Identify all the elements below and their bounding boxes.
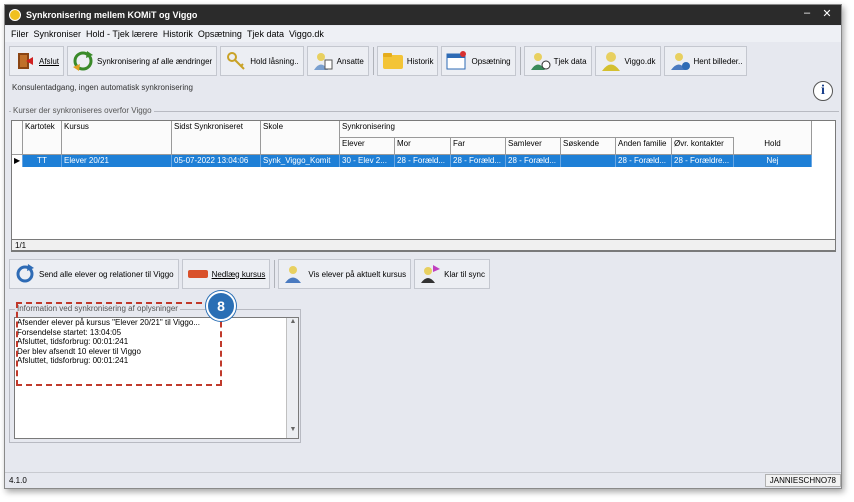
header-kursus[interactable]: Kursus bbox=[62, 121, 172, 155]
highlight-callout bbox=[16, 302, 222, 386]
viggo-dk-label: Viggo.dk bbox=[624, 56, 656, 66]
exit-door-icon bbox=[14, 50, 36, 72]
toolbar-separator bbox=[372, 47, 374, 75]
opsaetning-button[interactable]: Opsætning bbox=[441, 46, 516, 76]
hold-laasning-button[interactable]: Hold låsning.. bbox=[220, 46, 304, 76]
courses-group-label: Kurser der synkroniseres overfor Viggo bbox=[11, 106, 154, 115]
toolbar-separator bbox=[519, 47, 521, 75]
version-text: 4.1.0 bbox=[9, 476, 27, 485]
settings-window-icon bbox=[446, 50, 468, 72]
title-bar: Synkronisering mellem KOMiT og Viggo – ✕ bbox=[5, 5, 841, 25]
sync-icon bbox=[72, 50, 94, 72]
header-ovr-kontakter[interactable]: Øvr. kontakter bbox=[672, 138, 734, 155]
header-far[interactable]: Far bbox=[451, 138, 506, 155]
header-mor[interactable]: Mor bbox=[395, 138, 451, 155]
klar-til-sync-button[interactable]: Klar til sync bbox=[414, 259, 491, 289]
action-separator bbox=[274, 260, 276, 288]
afslut-button[interactable]: Afslut bbox=[9, 46, 65, 76]
window-title: Synkronisering mellem KOMiT og Viggo bbox=[26, 10, 198, 20]
header-kartotek[interactable]: Kartotek bbox=[23, 121, 62, 155]
person-icon bbox=[283, 263, 305, 285]
menu-hold-tjek-laerere[interactable]: Hold - Tjek lærere bbox=[86, 29, 158, 39]
header-hold[interactable]: Hold bbox=[734, 121, 812, 155]
cell-far[interactable]: 28 - Foræld... bbox=[451, 155, 506, 167]
vis-elever-button[interactable]: Vis elever på aktuelt kursus bbox=[278, 259, 412, 289]
toolbar: Afslut Synkronisering af alle ændringer … bbox=[5, 43, 841, 79]
step-badge: 8 bbox=[206, 291, 236, 321]
person-icon bbox=[600, 50, 622, 72]
courses-grid[interactable]: Kartotek Kursus Sidst Synkroniseret Skol… bbox=[11, 120, 836, 252]
row-indicator-icon: ▶ bbox=[12, 155, 23, 167]
nedlaeg-kursus-label: Nedlæg kursus bbox=[211, 269, 266, 279]
main-window: Synkronisering mellem KOMiT og Viggo – ✕… bbox=[4, 4, 842, 489]
minimize-button[interactable]: – bbox=[799, 7, 815, 19]
user-text: JANNIESCHNO78 bbox=[764, 474, 841, 487]
menu-opsaetning[interactable]: Opsætning bbox=[198, 29, 242, 39]
send-alle-button[interactable]: Send alle elever og relationer til Viggo bbox=[9, 259, 179, 289]
cell-samlever[interactable]: 28 - Foræld... bbox=[506, 155, 561, 167]
tjek-data-button[interactable]: Tjek data bbox=[523, 46, 592, 76]
cell-elever[interactable]: 30 - Elev 2... bbox=[340, 155, 395, 167]
action-bar: Send alle elever og relationer til Viggo… bbox=[9, 258, 493, 290]
person-sync-icon bbox=[419, 263, 441, 285]
menu-synkroniser[interactable]: Synkroniser bbox=[34, 29, 82, 39]
cell-anden-familie[interactable]: 28 - Foræld... bbox=[616, 155, 672, 167]
hent-billeder-button[interactable]: Hent billeder.. bbox=[663, 46, 748, 76]
scroll-up-icon[interactable]: ▲ bbox=[287, 318, 299, 330]
scroll-down-icon[interactable]: ▼ bbox=[287, 426, 299, 438]
historik-label: Historik bbox=[406, 56, 434, 66]
klar-til-sync-label: Klar til sync bbox=[444, 269, 486, 279]
staff-icon bbox=[312, 50, 334, 72]
header-anden-familie[interactable]: Anden familie bbox=[616, 138, 672, 155]
synkronisering-button[interactable]: Synkronisering af alle ændringer bbox=[67, 46, 218, 76]
hent-billeder-label: Hent billeder.. bbox=[693, 56, 743, 66]
synkronisering-label: Synkronisering af alle ændringer bbox=[97, 56, 213, 66]
historik-button[interactable]: Historik bbox=[376, 46, 439, 76]
log-scrollbar[interactable]: ▲ ▼ bbox=[286, 318, 298, 438]
header-samlever[interactable]: Samlever bbox=[506, 138, 561, 155]
cell-kartotek[interactable]: TT bbox=[23, 155, 62, 167]
viggo-dk-button[interactable]: Viggo.dk bbox=[594, 46, 661, 76]
menu-historik[interactable]: Historik bbox=[163, 29, 193, 39]
ansatte-label: Ansatte bbox=[336, 56, 364, 66]
header-skole[interactable]: Skole bbox=[261, 121, 340, 155]
status-bar: 4.1.0 JANNIESCHNO78 bbox=[5, 472, 841, 488]
cell-sidst[interactable]: 05-07-2022 13:04:06 bbox=[172, 155, 261, 167]
cell-skole[interactable]: Synk_Viggo_Komit bbox=[261, 155, 340, 167]
opsaetning-label: Opsætning bbox=[471, 56, 511, 66]
app-icon bbox=[9, 9, 21, 21]
send-alle-label: Send alle elever og relationer til Viggo bbox=[39, 269, 174, 279]
header-elever[interactable]: Elever bbox=[340, 138, 395, 155]
person-check-icon bbox=[529, 50, 551, 72]
hold-laasning-label: Hold låsning.. bbox=[250, 56, 299, 66]
keys-icon bbox=[225, 50, 247, 72]
grid-indicator-header bbox=[12, 121, 23, 155]
header-soeskende[interactable]: Søskende bbox=[561, 138, 616, 155]
vis-elever-label: Vis elever på aktuelt kursus bbox=[308, 269, 407, 279]
cell-ovr-kontakter[interactable]: 28 - Forældre... bbox=[672, 155, 734, 167]
person-download-icon bbox=[669, 50, 691, 72]
menu-bar: Filer Synkroniser Hold - Tjek lærere His… bbox=[5, 26, 841, 42]
delete-bar-icon bbox=[187, 263, 209, 285]
cell-mor[interactable]: 28 - Foræld... bbox=[395, 155, 451, 167]
info-icon[interactable]: i bbox=[813, 81, 833, 101]
cell-soeskende[interactable] bbox=[561, 155, 616, 167]
folder-icon bbox=[382, 50, 404, 72]
close-button[interactable]: ✕ bbox=[819, 7, 835, 20]
grid-record-counter: 1/1 bbox=[11, 239, 836, 251]
cell-kursus[interactable]: Elever 20/21 bbox=[62, 155, 172, 167]
sync-arrow-icon bbox=[14, 263, 36, 285]
ansatte-button[interactable]: Ansatte bbox=[306, 46, 369, 76]
menu-tjek-data[interactable]: Tjek data bbox=[247, 29, 284, 39]
nedlaeg-kursus-button[interactable]: Nedlæg kursus bbox=[181, 259, 271, 289]
access-info-text: Konsulentadgang, ingen automatisk synkro… bbox=[12, 83, 194, 92]
afslut-label: Afslut bbox=[39, 56, 60, 66]
header-sidst-synkroniseret[interactable]: Sidst Synkroniseret bbox=[172, 121, 261, 155]
cell-hold[interactable]: Nej bbox=[734, 155, 812, 167]
menu-filer[interactable]: Filer bbox=[11, 29, 29, 39]
menu-viggo-dk[interactable]: Viggo.dk bbox=[289, 29, 324, 39]
tjek-data-label: Tjek data bbox=[553, 56, 587, 66]
